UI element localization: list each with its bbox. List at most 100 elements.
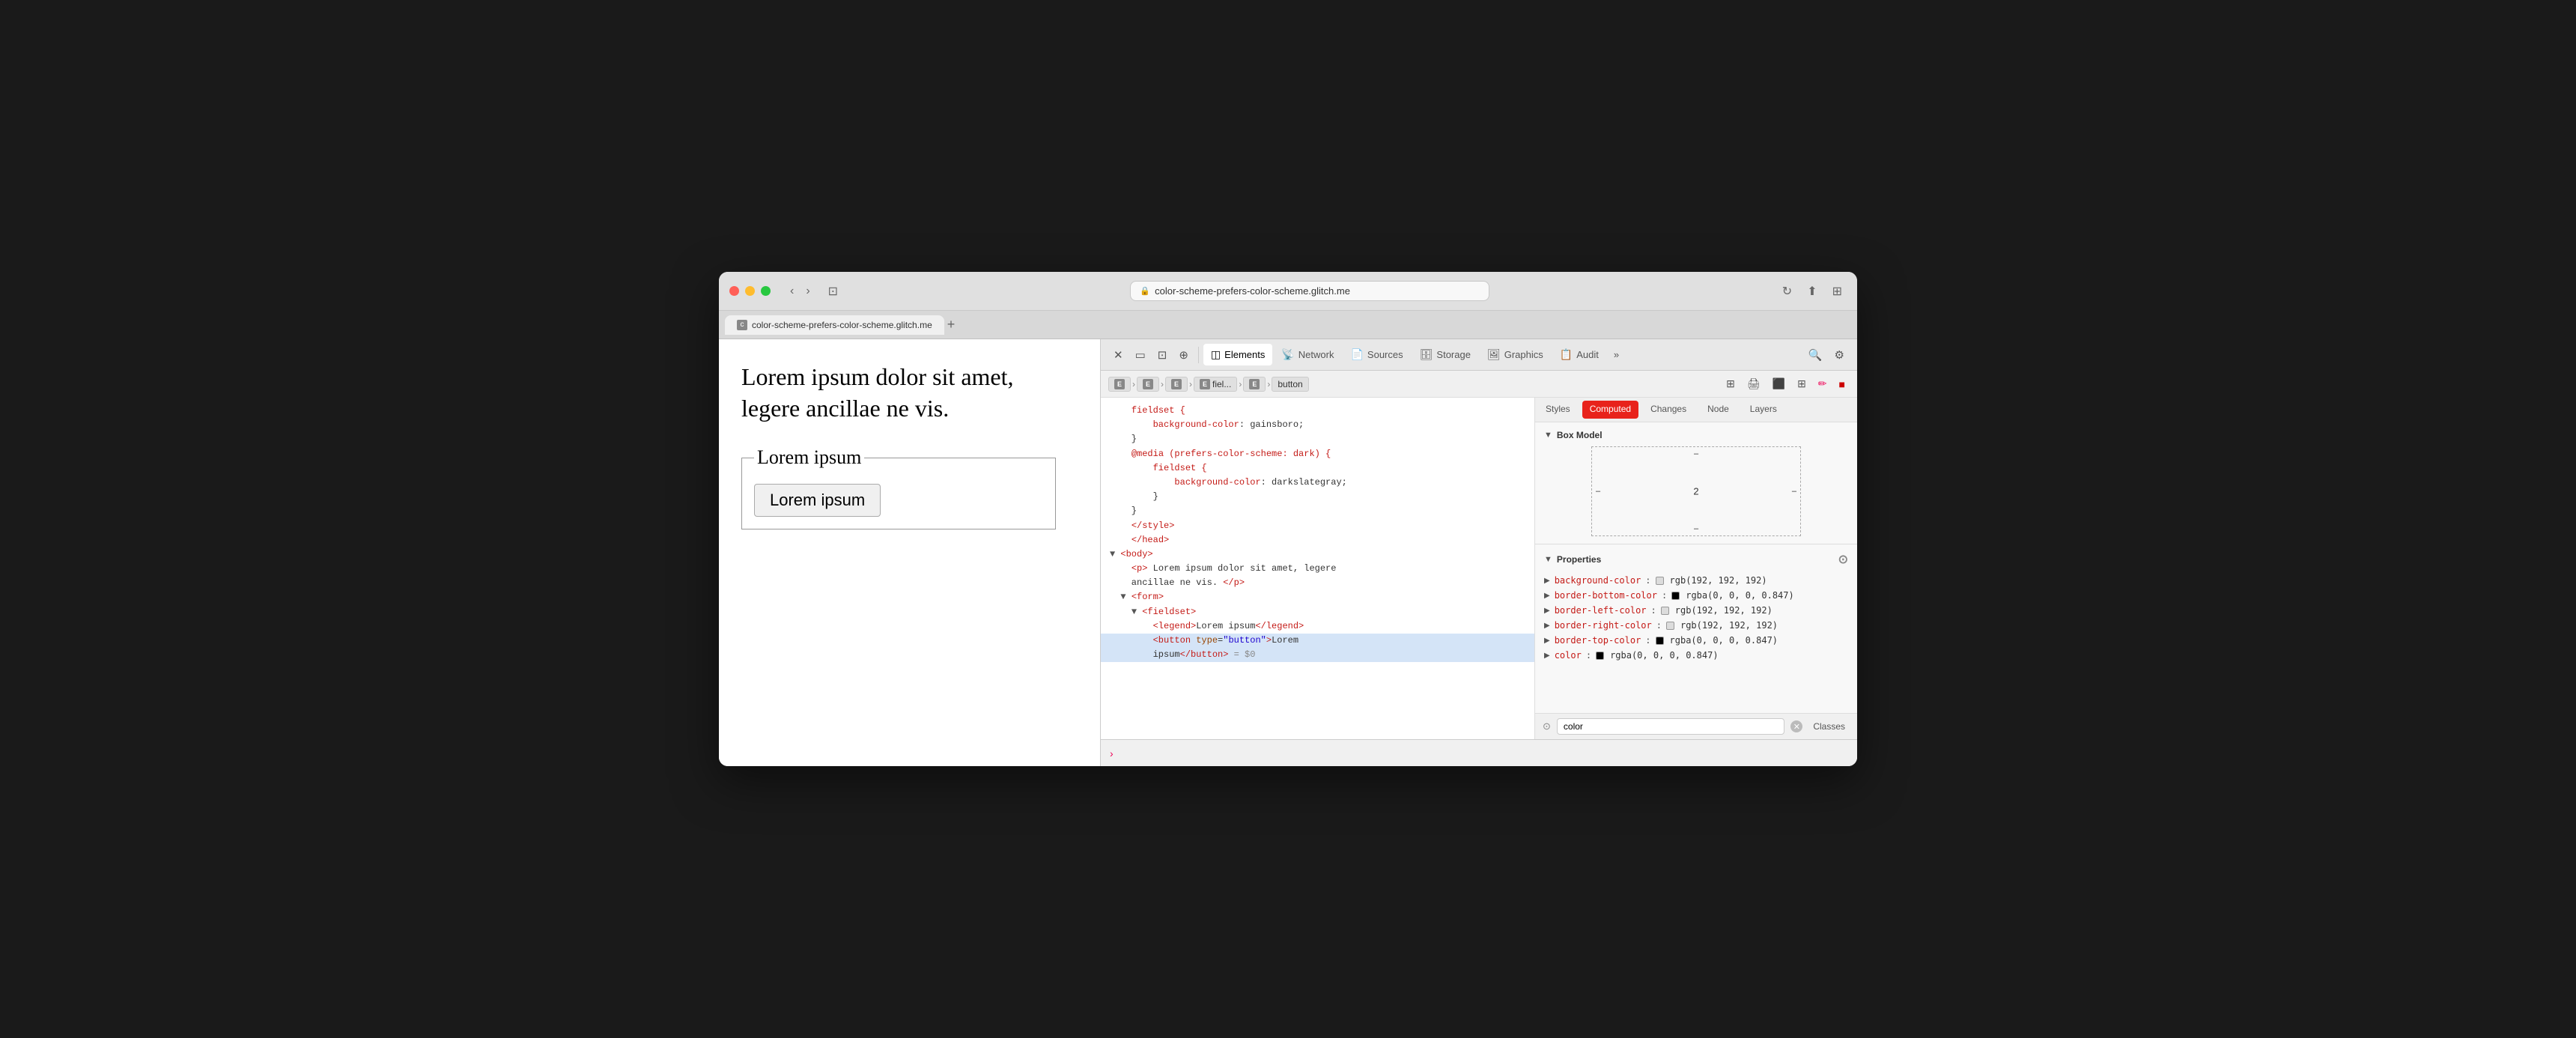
- colon-3: :: [1651, 605, 1656, 616]
- toolbar-divider: [1198, 347, 1199, 363]
- devtools-body: fieldset { background-color: gainsboro; …: [1101, 398, 1857, 739]
- tab-styles[interactable]: Styles: [1535, 398, 1581, 422]
- settings-button[interactable]: ⚙: [1829, 345, 1850, 365]
- demo-button[interactable]: Lorem ipsum: [754, 484, 881, 517]
- lock-icon: 🔒: [1140, 286, 1150, 296]
- sources-icon: 📄: [1350, 348, 1363, 361]
- prop-expand-3[interactable]: ▶: [1544, 607, 1550, 615]
- colon-2: :: [1662, 590, 1667, 601]
- legend-text: Lorem ipsum: [754, 446, 864, 469]
- breadcrumb-item-3[interactable]: E: [1165, 377, 1188, 392]
- prop-expand-4[interactable]: ▶: [1544, 622, 1550, 630]
- traffic-lights: [729, 286, 771, 296]
- prop-expand-6[interactable]: ▶: [1544, 652, 1550, 660]
- box-model-header: ▼ Box Model: [1544, 430, 1848, 440]
- swatch-5[interactable]: [1656, 637, 1664, 645]
- breadcrumb-item-5[interactable]: E: [1243, 377, 1266, 392]
- tab-audit[interactable]: 📋 Audit: [1552, 344, 1606, 365]
- tab-changes[interactable]: Changes: [1640, 398, 1697, 422]
- colon-4: :: [1656, 620, 1662, 631]
- prop-border-bottom-color: ▶ border-bottom-color : rgba(0, 0, 0, 0.…: [1544, 588, 1848, 603]
- code-line: }: [1101, 432, 1534, 446]
- back-button[interactable]: ‹: [786, 283, 798, 300]
- browser-window: ‹ › ⊡ 🔒 color-scheme-prefers-color-schem…: [719, 272, 1857, 766]
- maximize-button[interactable]: [761, 286, 771, 296]
- swatch-3[interactable]: [1661, 607, 1669, 615]
- breadcrumb-item-2[interactable]: E: [1137, 377, 1159, 392]
- minimize-button[interactable]: [745, 286, 755, 296]
- tab-layers[interactable]: Layers: [1740, 398, 1787, 422]
- code-line-selected[interactable]: <button type="button">Lorem: [1101, 634, 1534, 648]
- forward-button[interactable]: ›: [801, 283, 814, 300]
- code-line: ▼ <fieldset>: [1101, 605, 1534, 619]
- swatch-6[interactable]: [1596, 652, 1604, 660]
- bc-arrow-5: ›: [1267, 379, 1270, 389]
- code-line: @media (prefers-color-scheme: dark) {: [1101, 447, 1534, 461]
- expand-button[interactable]: ⊞: [1828, 282, 1847, 300]
- console-prompt-icon[interactable]: ›: [1110, 747, 1114, 759]
- filter-clear-button[interactable]: ✕: [1790, 720, 1802, 732]
- tab-elements[interactable]: ◫ Elements: [1203, 344, 1272, 365]
- code-line: </head>: [1101, 533, 1534, 547]
- prop-expand-5[interactable]: ▶: [1544, 637, 1550, 645]
- swatch-1[interactable]: [1656, 577, 1664, 585]
- classes-button[interactable]: Classes: [1808, 720, 1850, 733]
- split-view-button[interactable]: ⊡: [824, 282, 842, 300]
- box-left-val: –: [1596, 487, 1600, 496]
- code-line: ▼ <form>: [1101, 590, 1534, 604]
- code-line-selected-2[interactable]: ipsum</button> = $0: [1101, 648, 1534, 662]
- main-area: Lorem ipsum dolor sit amet,legere ancill…: [719, 339, 1857, 766]
- code-panel[interactable]: fieldset { background-color: gainsboro; …: [1101, 398, 1535, 739]
- dock-button[interactable]: ▭: [1130, 345, 1151, 365]
- print-button[interactable]: 🖨: [1743, 376, 1765, 392]
- prop-val-5: rgba(0, 0, 0, 0.847): [1670, 635, 1778, 646]
- search-devtools-button[interactable]: 🔍: [1803, 345, 1828, 365]
- filter-icon: ⊙: [1543, 720, 1551, 732]
- properties-arrow: ▼: [1544, 555, 1552, 564]
- close-button[interactable]: [729, 286, 739, 296]
- screenshot-button[interactable]: ⬛: [1768, 376, 1790, 392]
- box-model-title: Box Model: [1557, 430, 1603, 440]
- breadcrumb-item-1[interactable]: E: [1108, 377, 1131, 392]
- swatch-2[interactable]: [1671, 592, 1680, 600]
- tab-sources[interactable]: 📄 Sources: [1343, 344, 1410, 365]
- bc-arrow-1: ›: [1132, 379, 1135, 389]
- address-bar[interactable]: 🔒 color-scheme-prefers-color-scheme.glit…: [1130, 281, 1489, 301]
- pen-tool-button[interactable]: ✏: [1814, 376, 1832, 392]
- styles-panel: Styles Computed Changes Node Layers ▼ Bo…: [1535, 398, 1857, 739]
- prop-val-6: rgba(0, 0, 0, 0.847): [1610, 650, 1719, 661]
- prop-name-4: border-right-color: [1555, 620, 1652, 631]
- close-devtools-button[interactable]: ✕: [1108, 345, 1128, 365]
- inspect-button[interactable]: ⊕: [1173, 345, 1194, 365]
- tab-storage[interactable]: 🗄 Storage: [1412, 344, 1478, 365]
- layout-grid-button[interactable]: ⊞: [1722, 376, 1740, 392]
- audit-icon: 📋: [1560, 348, 1573, 361]
- tab-label: color-scheme-prefers-color-scheme.glitch…: [752, 320, 932, 330]
- split-view-button[interactable]: ⊡: [1152, 345, 1173, 365]
- reload-button[interactable]: ↻: [1778, 282, 1796, 300]
- swatch-4[interactable]: [1666, 622, 1674, 630]
- share-button[interactable]: ⬆: [1802, 282, 1821, 300]
- breadcrumb-item-button[interactable]: button: [1272, 377, 1308, 392]
- tab-graphics[interactable]: 🖼 Graphics: [1480, 344, 1551, 365]
- prop-name-6: color: [1555, 650, 1582, 661]
- more-tabs-button[interactable]: »: [1608, 346, 1625, 363]
- filter-input[interactable]: [1557, 718, 1784, 735]
- prop-color: ▶ color : rgba(0, 0, 0, 0.847): [1544, 648, 1848, 663]
- prop-expand-1[interactable]: ▶: [1544, 577, 1550, 585]
- prop-expand-2[interactable]: ▶: [1544, 592, 1550, 600]
- grid-view-button[interactable]: ⊞: [1793, 376, 1811, 392]
- breadcrumb-fiel-label: fiel...: [1212, 379, 1231, 389]
- code-line: </style>: [1101, 519, 1534, 533]
- box-model-arrow: ▼: [1544, 431, 1552, 440]
- new-tab-button[interactable]: +: [947, 317, 956, 333]
- properties-options[interactable]: ⊙: [1838, 552, 1848, 567]
- breadcrumb-bar: E › E › E › E fiel... › E ›: [1101, 371, 1857, 398]
- code-line: <legend>Lorem ipsum</legend>: [1101, 619, 1534, 634]
- tab-computed[interactable]: Computed: [1582, 401, 1638, 419]
- tab-network[interactable]: 📡 Network: [1274, 344, 1341, 365]
- browser-tab[interactable]: c color-scheme-prefers-color-scheme.glit…: [725, 315, 944, 335]
- breadcrumb-item-fiel[interactable]: E fiel...: [1194, 377, 1237, 392]
- color-picker-button[interactable]: ■: [1835, 377, 1850, 392]
- tab-node[interactable]: Node: [1697, 398, 1740, 422]
